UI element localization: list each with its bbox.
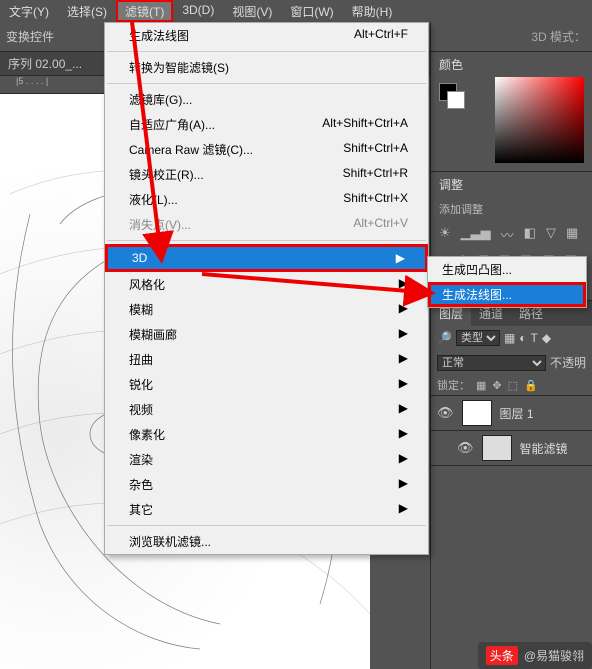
menu-liquify[interactable]: 液化(L)... Shift+Ctrl+X xyxy=(105,187,428,212)
submenu-arrow-icon: ▶ xyxy=(389,401,408,418)
layer-kind-select[interactable]: 类型 xyxy=(456,330,500,346)
menu-select[interactable]: 选择(S) xyxy=(58,0,116,22)
submenu-generate-bump[interactable]: 生成凹凸图... xyxy=(428,257,586,282)
adjust-title[interactable]: 调整 xyxy=(431,172,592,197)
layer-thumbnail[interactable] xyxy=(462,400,492,426)
submenu-arrow-icon: ▶ xyxy=(389,326,408,343)
submenu-arrow-icon: ▶ xyxy=(389,276,408,293)
menu-vanishing-point: 消失点(V)... Alt+Ctrl+V xyxy=(105,212,428,237)
submenu-arrow-icon: ▶ xyxy=(389,451,408,468)
brightness-icon[interactable]: ☀ xyxy=(439,225,451,244)
menu-text[interactable]: 文字(Y) xyxy=(0,0,58,22)
menu-help[interactable]: 帮助(H) xyxy=(343,0,402,22)
menu-video[interactable]: 视频▶ xyxy=(105,397,428,422)
panels: 3D 模式： 颜色 调整 添加调整 ☀ ▁▃▅ 〰 ◧ ▽ ▦ ◐ ◎ ⊞ xyxy=(430,22,592,669)
menu-noise[interactable]: 杂色▶ xyxy=(105,472,428,497)
menu-3d[interactable]: 3D▶ xyxy=(105,244,428,272)
levels-icon[interactable]: ▁▃▅ xyxy=(461,225,491,244)
exposure-icon[interactable]: ◧ xyxy=(524,225,536,244)
filter-menu: 生成法线图 Alt+Ctrl+F 转换为智能滤镜(S) 滤镜库(G)... 自适… xyxy=(104,22,429,555)
menu-pixelate[interactable]: 像素化▶ xyxy=(105,422,428,447)
adjust-add-label: 添加调整 xyxy=(431,197,592,221)
smart-filter-thumbnail[interactable] xyxy=(482,435,512,461)
menu-browse-online[interactable]: 浏览联机滤镜... xyxy=(105,529,428,554)
menu-sharpen[interactable]: 锐化▶ xyxy=(105,372,428,397)
lock-label: 锁定： xyxy=(437,377,470,393)
lock-artboard-icon[interactable]: ⬚ xyxy=(508,379,518,392)
filter-shape-icon[interactable]: ◆ xyxy=(542,331,551,345)
color-panel-title[interactable]: 颜色 xyxy=(431,52,592,77)
submenu-arrow-icon: ▶ xyxy=(389,476,408,493)
filter-adjust-icon[interactable]: ◐ xyxy=(519,331,526,345)
menu-blur-gallery[interactable]: 模糊画廊▶ xyxy=(105,322,428,347)
submenu-arrow-icon: ▶ xyxy=(389,426,408,443)
filter-type-icon[interactable]: T xyxy=(531,331,538,345)
mode-3d-label: 3D 模式： xyxy=(531,28,586,45)
menu-distort[interactable]: 扭曲▶ xyxy=(105,347,428,372)
watermark: 头条 @易猫骏翎 xyxy=(478,642,592,669)
menu-window[interactable]: 窗口(W) xyxy=(281,0,342,22)
watermark-brand: 头条 xyxy=(486,646,518,665)
shortcut-label: Alt+Ctrl+F xyxy=(354,27,408,44)
document-tab[interactable]: 序列 02.00_... xyxy=(8,55,82,72)
menu-last-filter[interactable]: 生成法线图 Alt+Ctrl+F xyxy=(105,23,428,48)
submenu-arrow-icon: ▶ xyxy=(386,251,405,265)
transform-controls-label: 变换控件 xyxy=(6,28,54,45)
menu-filter[interactable]: 滤镜(T) xyxy=(116,0,173,22)
color-panel: 颜色 xyxy=(431,52,592,172)
color-picker[interactable] xyxy=(495,77,584,163)
submenu-arrow-icon: ▶ xyxy=(389,376,408,393)
panel-top-strip: 3D 模式： xyxy=(431,22,592,52)
menu-adaptive-wide[interactable]: 自适应广角(A)... Alt+Shift+Ctrl+A xyxy=(105,112,428,137)
smart-filter-label: 智能滤镜 xyxy=(520,440,568,457)
curves-icon[interactable]: 〰 xyxy=(501,225,514,244)
layer-item[interactable]: 👁 图层 1 xyxy=(431,395,592,430)
filter-3d-submenu: 生成凹凸图... 生成法线图... xyxy=(427,256,587,308)
menu-view[interactable]: 视图(V) xyxy=(223,0,281,22)
visibility-icon[interactable]: 👁 xyxy=(437,405,454,421)
layer-item[interactable]: 👁 智能滤镜 xyxy=(431,430,592,465)
foreground-background-swatch[interactable] xyxy=(431,77,465,171)
menu-other[interactable]: 其它▶ xyxy=(105,497,428,522)
lock-position-icon[interactable]: ✥ xyxy=(492,379,501,392)
layer-name[interactable]: 图层 1 xyxy=(500,405,534,422)
watermark-author: @易猫骏翎 xyxy=(524,647,584,664)
submenu-arrow-icon: ▶ xyxy=(389,351,408,368)
lock-all-icon[interactable]: 🔒 xyxy=(524,379,538,392)
menu-camera-raw[interactable]: Camera Raw 滤镜(C)... Shift+Ctrl+A xyxy=(105,137,428,162)
submenu-arrow-icon: ▶ xyxy=(389,301,408,318)
vibrance-icon[interactable]: ▽ xyxy=(546,225,556,244)
opacity-label: 不透明 xyxy=(550,354,586,371)
menu-3d[interactable]: 3D(D) xyxy=(173,0,223,22)
layers-panel: 图层 通道 路径 🔎 类型 ▦ ◐ T ◆ 正常 不透明 锁定： ▦ ✥ ⬚ 🔒 xyxy=(431,301,592,466)
menu-convert-smart[interactable]: 转换为智能滤镜(S) xyxy=(105,55,428,80)
submenu-generate-normal[interactable]: 生成法线图... xyxy=(428,282,586,307)
search-icon[interactable]: 🔎 xyxy=(437,331,452,345)
menubar: 文字(Y) 选择(S) 滤镜(T) 3D(D) 视图(V) 窗口(W) 帮助(H… xyxy=(0,0,592,22)
menu-stylize[interactable]: 风格化▶ xyxy=(105,272,428,297)
lock-pixels-icon[interactable]: ▦ xyxy=(476,379,486,392)
hue-icon[interactable]: ▦ xyxy=(566,225,578,244)
submenu-arrow-icon: ▶ xyxy=(389,501,408,518)
menu-blur[interactable]: 模糊▶ xyxy=(105,297,428,322)
bg-color[interactable] xyxy=(447,91,465,109)
blend-mode-select[interactable]: 正常 xyxy=(437,355,546,371)
menu-filter-gallery[interactable]: 滤镜库(G)... xyxy=(105,87,428,112)
visibility-icon[interactable]: 👁 xyxy=(457,440,474,456)
menu-lens-correction[interactable]: 镜头校正(R)... Shift+Ctrl+R xyxy=(105,162,428,187)
menu-render[interactable]: 渲染▶ xyxy=(105,447,428,472)
filter-pixel-icon[interactable]: ▦ xyxy=(504,331,515,345)
